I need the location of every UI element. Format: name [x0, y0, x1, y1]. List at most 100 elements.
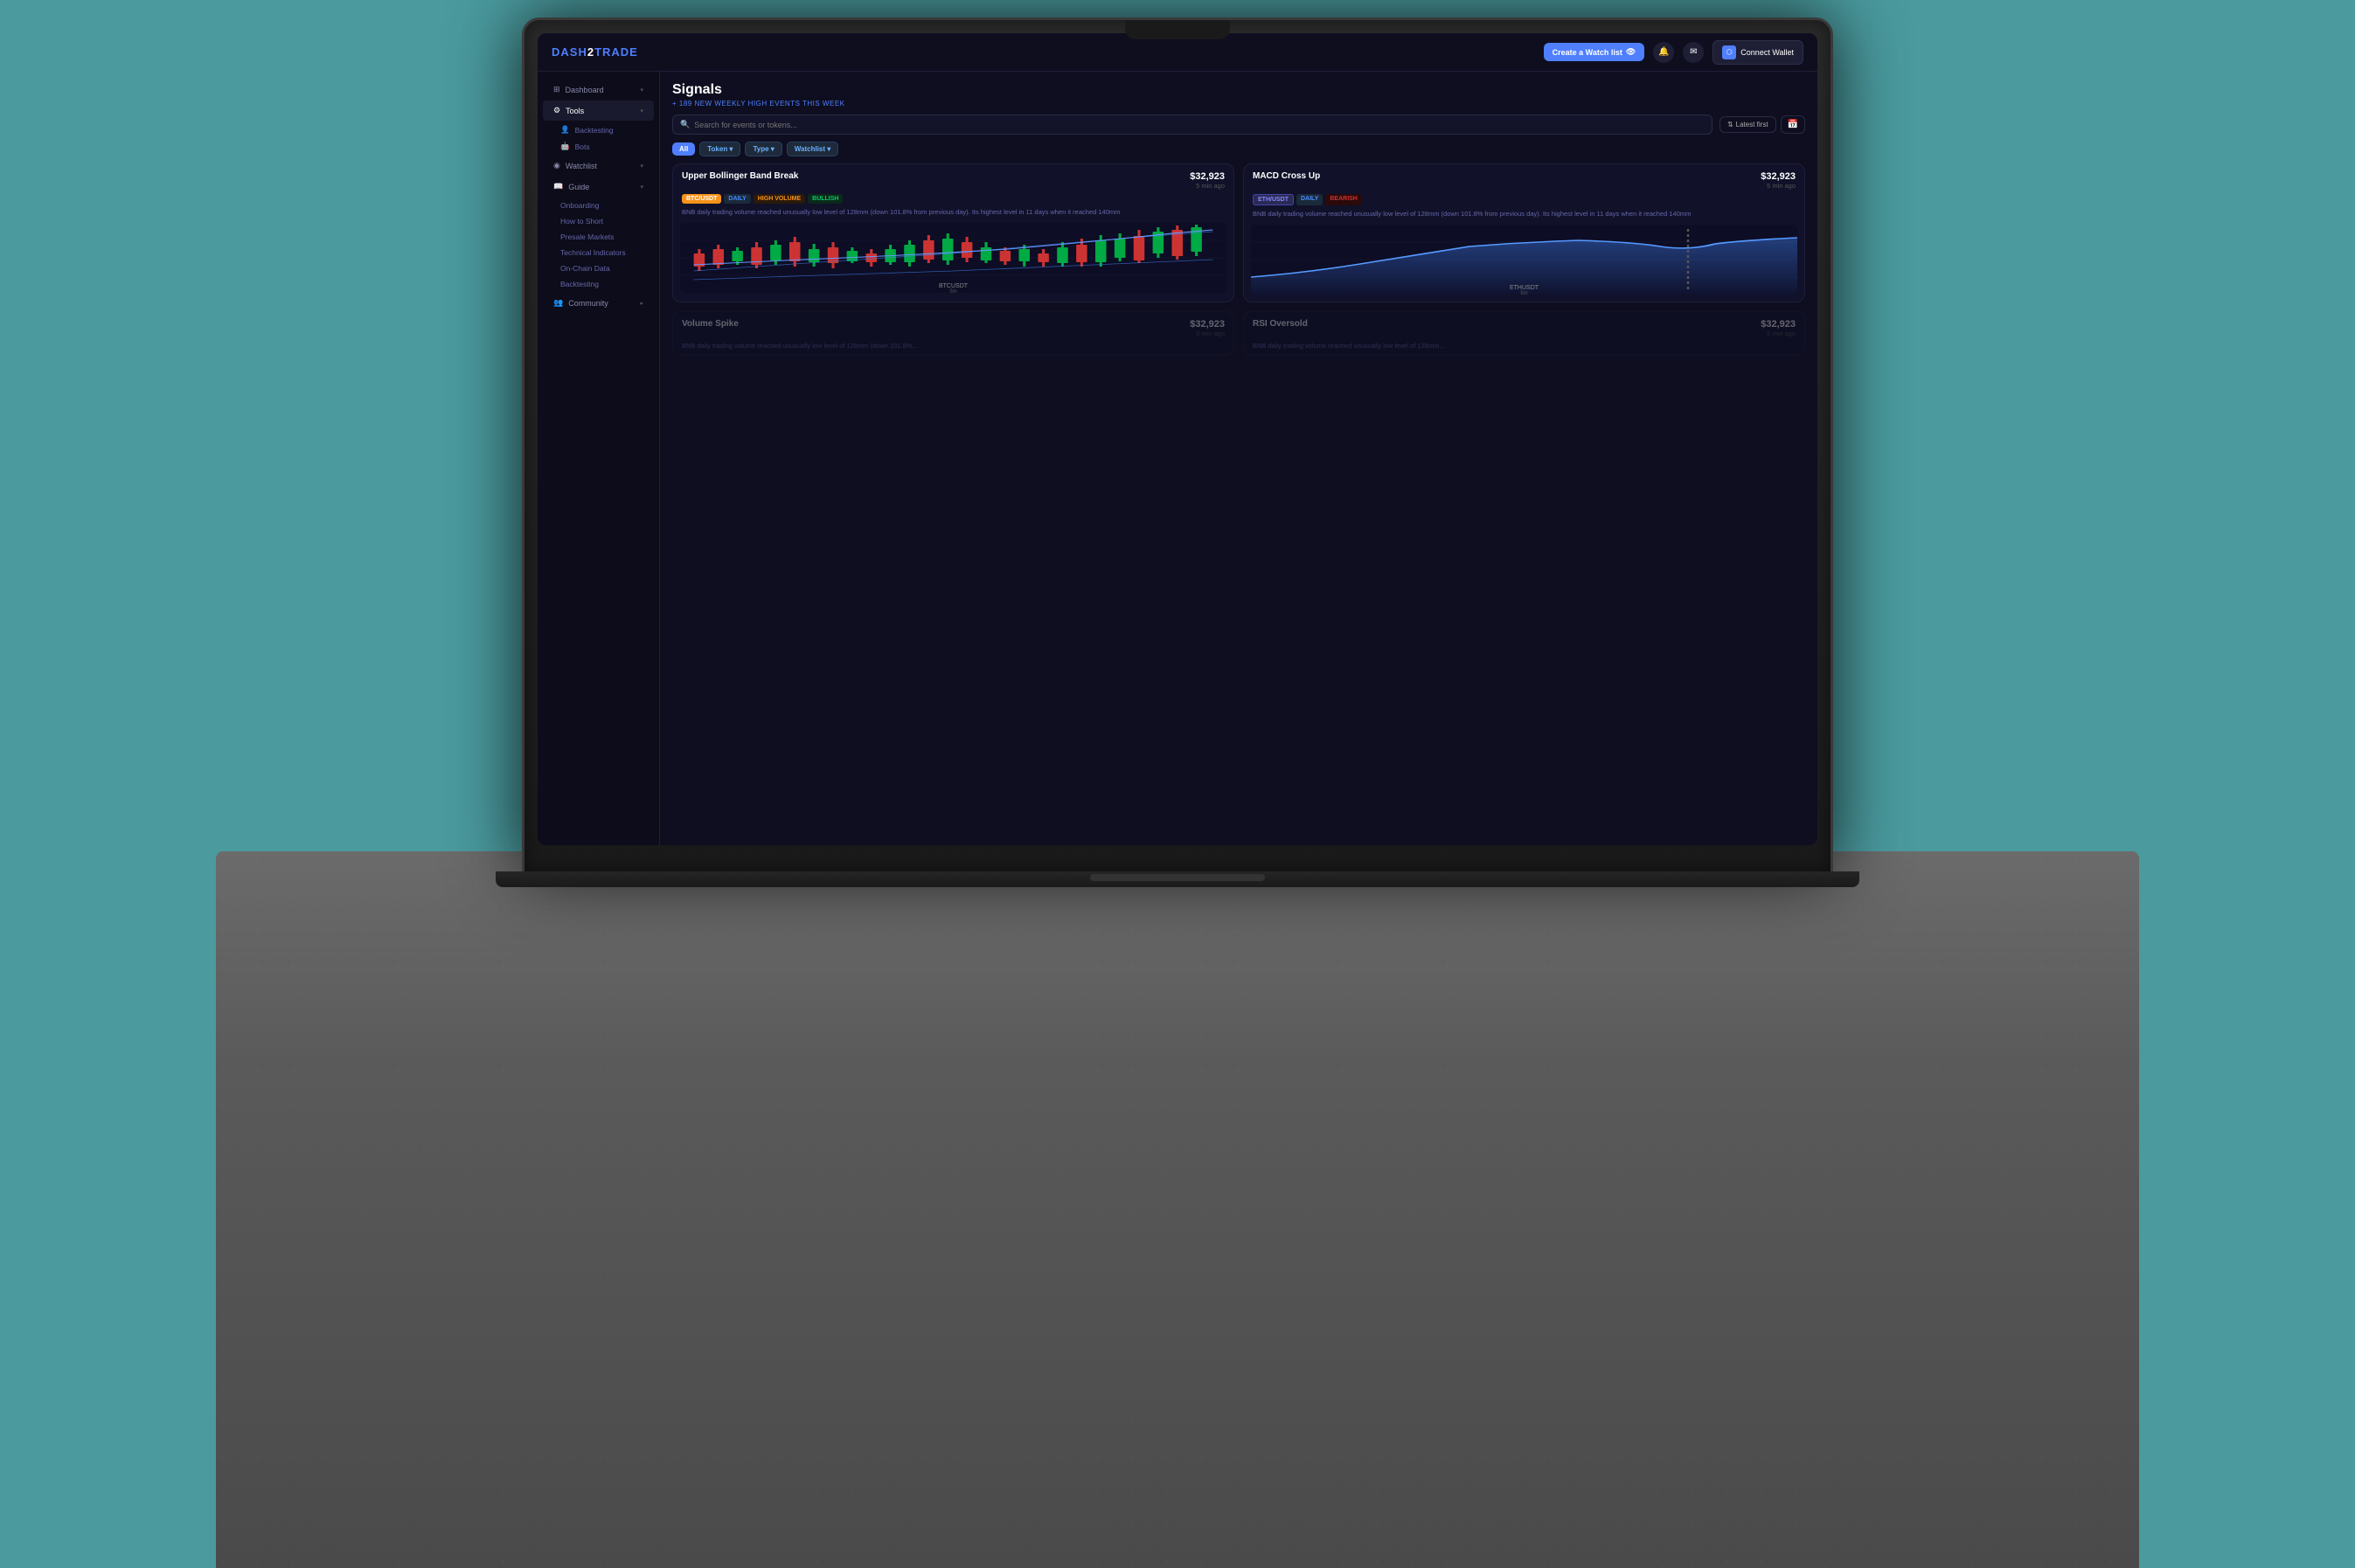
sidebar-item-backtesting-guide[interactable]: Backtesting	[543, 276, 654, 292]
tools-icon: ⚙	[553, 106, 560, 115]
laptop-wrapper: DASH2TRADE Create a Watch list 👁 🔔 ✉	[391, 17, 1964, 1066]
bell-icon: 🔔	[1658, 47, 1669, 57]
card-1-chart: BTCUSDT 5m	[680, 223, 1226, 293]
filter-group: ⇅ Latest first 📅	[1719, 115, 1805, 134]
chevron-watchlist-icon: ▾	[640, 163, 643, 170]
sidebar-item-community[interactable]: 👥 Community ▸	[543, 293, 654, 313]
sidebar-technical-label: Technical Indicators	[560, 248, 626, 257]
sidebar-item-onboarding[interactable]: Onboarding	[543, 198, 654, 213]
main-layout: ⊞ Dashboard ▾ ⚙ Tools ▾ 👤 Backtesting	[538, 72, 1817, 845]
card-2-title: MACD Cross Up	[1253, 171, 1320, 181]
signal-card-2[interactable]: MACD Cross Up $32,923 5 min ago ETH/USDT	[1243, 163, 1805, 302]
camera-notch	[1125, 20, 1230, 39]
card-2-chart-label: ETHUSDT	[1510, 285, 1539, 291]
card-2-chart: ETHUSDT 5m	[1251, 225, 1797, 295]
signals-title: Signals	[672, 82, 1805, 98]
wallet-icon: ⬡	[1722, 45, 1736, 59]
search-box[interactable]: 🔍	[672, 114, 1712, 135]
card-2-header: MACD Cross Up $32,923 5 min ago	[1244, 164, 1804, 194]
card-2-chart-sublabel: 5m	[1520, 291, 1527, 295]
sidebar-item-dashboard[interactable]: ⊞ Dashboard ▾	[543, 80, 654, 100]
card-4-title: RSI Oversold	[1253, 319, 1308, 329]
sidebar-howshort-label: How to Short	[560, 217, 603, 225]
filter-type-tag[interactable]: Type ▾	[745, 142, 782, 156]
sidebar-item-bots[interactable]: 🤖 Bots	[543, 138, 654, 155]
controls-row: 🔍 ⇅ Latest first 📅	[672, 114, 1805, 135]
sidebar-item-presale[interactable]: Presale Markets	[543, 229, 654, 245]
chevron-community-icon: ▸	[640, 300, 643, 307]
sidebar-item-onchain[interactable]: On-Chain Data	[543, 260, 654, 276]
card-3-time: 5 min ago	[1190, 330, 1225, 337]
sidebar-backtesting-guide-label: Backtesting	[560, 280, 599, 288]
card-4-header: RSI Oversold $32,923 5 min ago	[1244, 312, 1804, 342]
sort-button[interactable]: ⇅ Latest first	[1719, 116, 1776, 133]
sidebar-item-tools[interactable]: ⚙ Tools ▾	[543, 101, 654, 121]
create-watchlist-button[interactable]: Create a Watch list 👁	[1544, 43, 1645, 61]
sort-label: Latest first	[1736, 121, 1768, 128]
filter-watchlist-tag[interactable]: Watchlist ▾	[787, 142, 839, 156]
calendar-button[interactable]: 📅	[1781, 115, 1805, 134]
sidebar-tools-label: Tools	[566, 107, 584, 115]
guide-icon: 📖	[553, 182, 563, 191]
badge-btcusdt-1: BTC/USDT	[682, 194, 721, 204]
card-3-desc: BNB daily trading volume reached unusual…	[673, 342, 1233, 355]
card-1-chart-sublabel: 5m	[949, 289, 956, 293]
chevron-down-icon: ▾	[640, 108, 643, 114]
backtesting-icon: 👤	[560, 125, 570, 135]
card-1-chart-label: BTCUSDT	[939, 283, 968, 289]
card-3-price: $32,923	[1190, 319, 1225, 330]
badge-bearish-2: BEARISH	[1325, 194, 1362, 205]
sidebar-guide-label: Guide	[568, 183, 589, 191]
connect-wallet-button[interactable]: ⬡ Connect Wallet	[1712, 40, 1803, 65]
chevron-guide-icon: ▾	[640, 184, 643, 191]
card-2-description: BNB daily trading volume reached unusual…	[1244, 210, 1804, 225]
top-nav-right: Create a Watch list 👁 🔔 ✉ ⬡ Connect Wall…	[1544, 40, 1803, 65]
sidebar-backtesting-label: Backtesting	[575, 126, 614, 135]
filter-all-tag[interactable]: All	[672, 142, 695, 156]
badge-highvol-1: HIGH VOLUME	[754, 194, 805, 204]
signal-card-4-partial[interactable]: RSI Oversold $32,923 5 min ago BNB daily…	[1243, 311, 1805, 356]
community-icon: 👥	[553, 298, 563, 308]
sidebar-item-technical[interactable]: Technical Indicators	[543, 245, 654, 260]
card-4-desc: BNB daily trading volume reached unusual…	[1244, 342, 1804, 355]
chevron-icon: ▾	[640, 87, 643, 94]
signals-grid: Upper Bollinger Band Break $32,923 5 min…	[672, 163, 1805, 302]
sidebar-item-backtesting[interactable]: 👤 Backtesting	[543, 121, 654, 138]
app-container: DASH2TRADE Create a Watch list 👁 🔔 ✉	[538, 33, 1817, 845]
screen-bezel: DASH2TRADE Create a Watch list 👁 🔔 ✉	[538, 33, 1817, 845]
filter-token-tag[interactable]: Token ▾	[699, 142, 740, 156]
sidebar-item-watchlist[interactable]: ◉ Watchlist ▾	[543, 156, 654, 176]
badge-daily-2: DAILY	[1296, 194, 1323, 205]
card-1-header: Upper Bollinger Band Break $32,923 5 min…	[673, 164, 1233, 194]
sort-icon: ⇅	[1727, 121, 1733, 128]
notification-button[interactable]: 🔔	[1653, 42, 1674, 63]
sidebar-onchain-label: On-Chain Data	[560, 264, 610, 273]
sidebar-dashboard-label: Dashboard	[566, 86, 604, 94]
signal-card-1[interactable]: Upper Bollinger Band Break $32,923 5 min…	[672, 163, 1234, 302]
signals-header: Signals + 189 NEW WEEKLY HIGH EVENTS THI…	[672, 82, 1805, 108]
card-2-price: $32,923	[1761, 171, 1796, 182]
content-area: Signals + 189 NEW WEEKLY HIGH EVENTS THI…	[660, 72, 1817, 845]
sidebar-watchlist-label: Watchlist	[566, 162, 597, 170]
sidebar-bots-label: Bots	[575, 142, 590, 151]
badge-bullish-1: BULLISH	[808, 194, 843, 204]
dashboard-icon: ⊞	[553, 85, 560, 94]
card-4-price: $32,923	[1761, 319, 1796, 330]
card-2-tags: ETH/USDT DAILY BEARISH	[1244, 194, 1804, 210]
sidebar-presale-label: Presale Markets	[560, 232, 614, 241]
card-2-time: 5 min ago	[1761, 182, 1796, 190]
search-input[interactable]	[694, 121, 1705, 129]
mail-button[interactable]: ✉	[1683, 42, 1704, 63]
signals-grid-partial: Volume Spike $32,923 5 min ago BNB daily…	[672, 311, 1805, 356]
laptop-body: DASH2TRADE Create a Watch list 👁 🔔 ✉	[522, 17, 1833, 874]
signal-card-3-partial[interactable]: Volume Spike $32,923 5 min ago BNB daily…	[672, 311, 1234, 356]
watchlist-icon: ◉	[553, 161, 560, 170]
sidebar: ⊞ Dashboard ▾ ⚙ Tools ▾ 👤 Backtesting	[538, 72, 660, 845]
card-1-description: BNB daily trading volume reached unusual…	[673, 208, 1233, 223]
sidebar-item-guide[interactable]: 📖 Guide ▾	[543, 177, 654, 197]
card-1-title: Upper Bollinger Band Break	[682, 171, 798, 181]
card-3-title: Volume Spike	[682, 319, 739, 329]
app-logo: DASH2TRADE	[552, 45, 638, 59]
sidebar-item-how-to-short[interactable]: How to Short	[543, 213, 654, 229]
badge-daily-1: DAILY	[724, 194, 750, 204]
